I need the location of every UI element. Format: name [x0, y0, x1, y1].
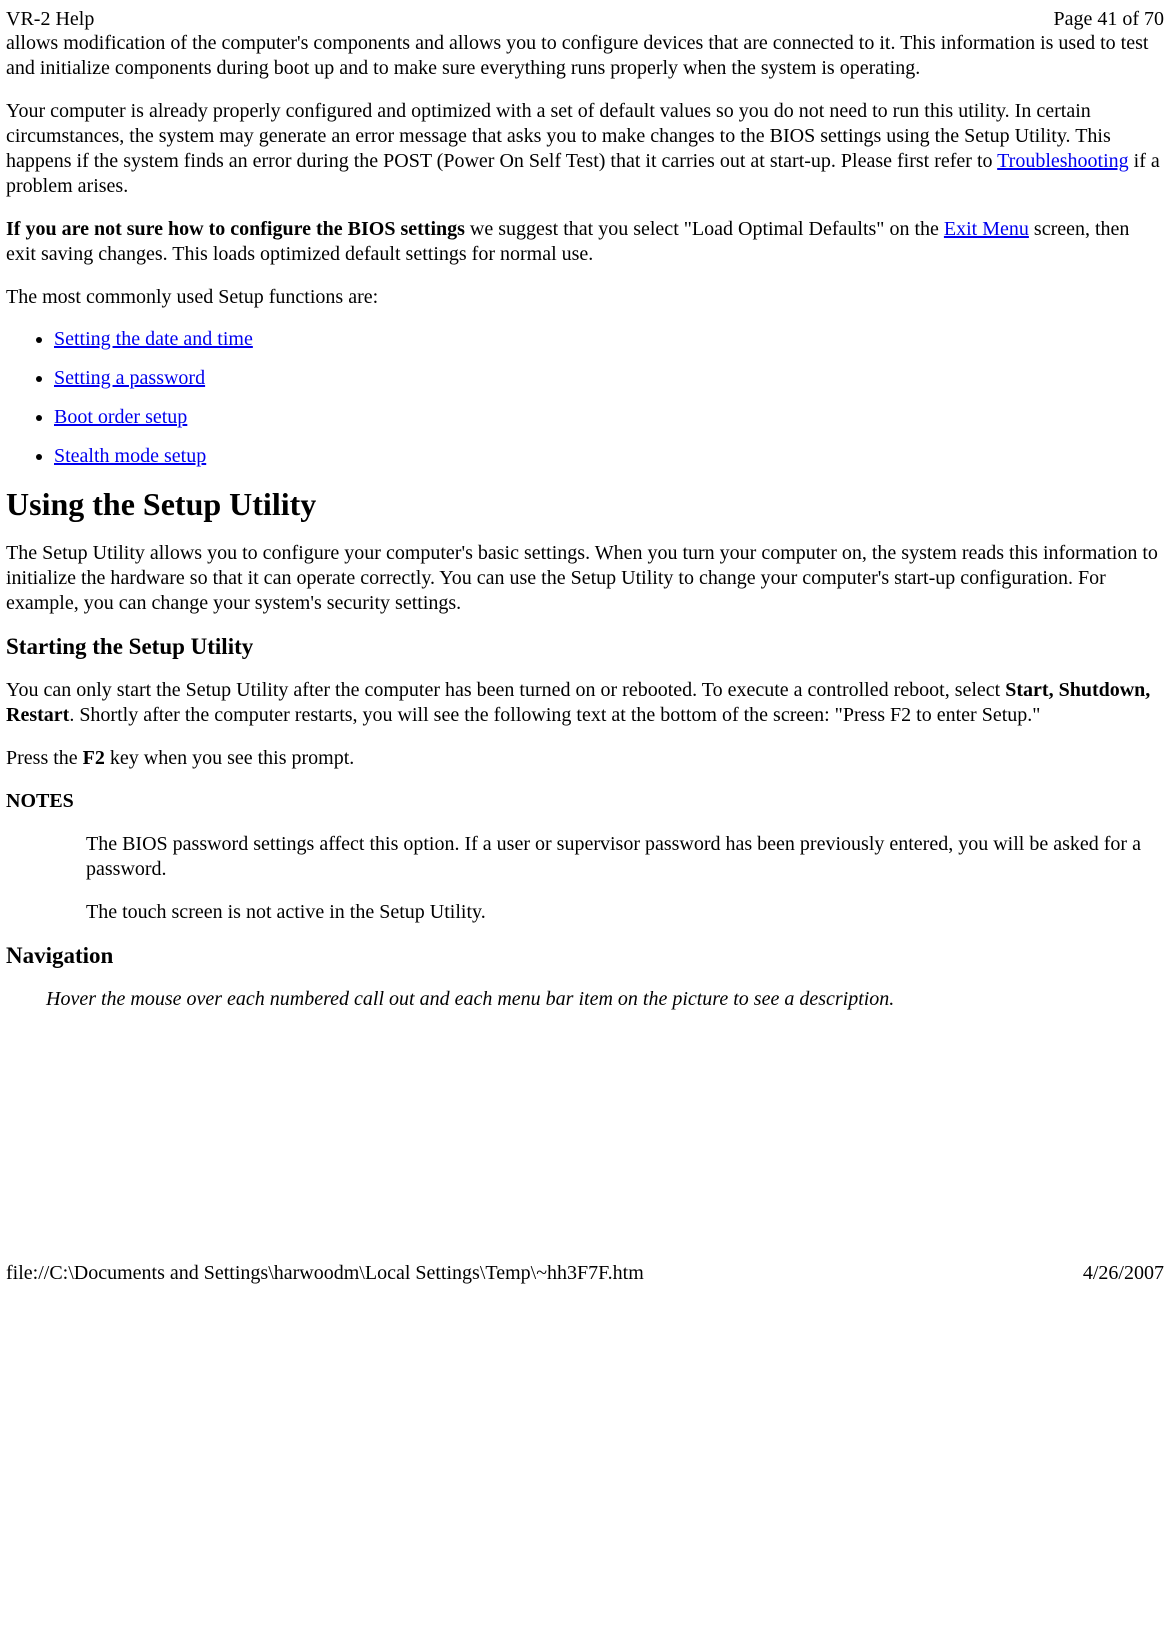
common-functions-intro: The most commonly used Setup functions a… — [6, 285, 1164, 310]
setup-functions-list: Setting the date and time Setting a pass… — [6, 328, 1164, 468]
intro-paragraph-3: If you are not sure how to configure the… — [6, 217, 1164, 267]
using-setup-utility-heading: Using the Setup Utility — [6, 486, 1164, 523]
para7-text-a: Press the — [6, 747, 83, 769]
para6-text-b: . Shortly after the computer restarts, y… — [69, 704, 1040, 726]
list-item: Setting the date and time — [54, 328, 1164, 351]
header-title: VR-2 Help — [6, 8, 94, 31]
note-2: The touch screen is not active in the Se… — [86, 900, 1164, 925]
navigation-heading: Navigation — [6, 943, 1164, 969]
intro-paragraph-1: allows modification of the computer's co… — [6, 31, 1164, 81]
para3-text-a: we suggest that you select "Load Optimal… — [465, 218, 944, 240]
starting-setup-utility-heading: Starting the Setup Utility — [6, 634, 1164, 660]
stealth-mode-setup-link[interactable]: Stealth mode setup — [54, 445, 206, 467]
starting-setup-paragraph: You can only start the Setup Utility aft… — [6, 678, 1164, 728]
exit-menu-link[interactable]: Exit Menu — [944, 218, 1029, 240]
setting-date-time-link[interactable]: Setting the date and time — [54, 328, 253, 350]
para3-bold: If you are not sure how to configure the… — [6, 218, 465, 240]
page-footer: file://C:\Documents and Settings\harwood… — [0, 1262, 1170, 1293]
boot-order-setup-link[interactable]: Boot order setup — [54, 406, 187, 428]
troubleshooting-link[interactable]: Troubleshooting — [997, 150, 1129, 172]
main-content: allows modification of the computer's co… — [0, 31, 1170, 1012]
navigation-hint: Hover the mouse over each numbered call … — [46, 987, 1164, 1012]
para7-text-b: key when you see this prompt. — [105, 747, 354, 769]
list-item: Setting a password — [54, 367, 1164, 390]
list-item: Stealth mode setup — [54, 445, 1164, 468]
intro-paragraph-2: Your computer is already properly config… — [6, 99, 1164, 199]
header-page-number: Page 41 of 70 — [1053, 8, 1164, 31]
list-item: Boot order setup — [54, 406, 1164, 429]
note-1: The BIOS password settings affect this o… — [86, 832, 1164, 882]
page-header: VR-2 Help Page 41 of 70 — [0, 0, 1170, 31]
notes-heading: NOTES — [6, 789, 1164, 814]
para2-text-a: Your computer is already properly config… — [6, 100, 1111, 172]
footer-file-path: file://C:\Documents and Settings\harwood… — [6, 1262, 644, 1285]
footer-date: 4/26/2007 — [1083, 1262, 1164, 1285]
setting-password-link[interactable]: Setting a password — [54, 367, 205, 389]
using-setup-paragraph: The Setup Utility allows you to configur… — [6, 541, 1164, 616]
para7-bold: F2 — [83, 747, 105, 769]
press-f2-paragraph: Press the F2 key when you see this promp… — [6, 746, 1164, 771]
para6-text-a: You can only start the Setup Utility aft… — [6, 679, 1005, 701]
